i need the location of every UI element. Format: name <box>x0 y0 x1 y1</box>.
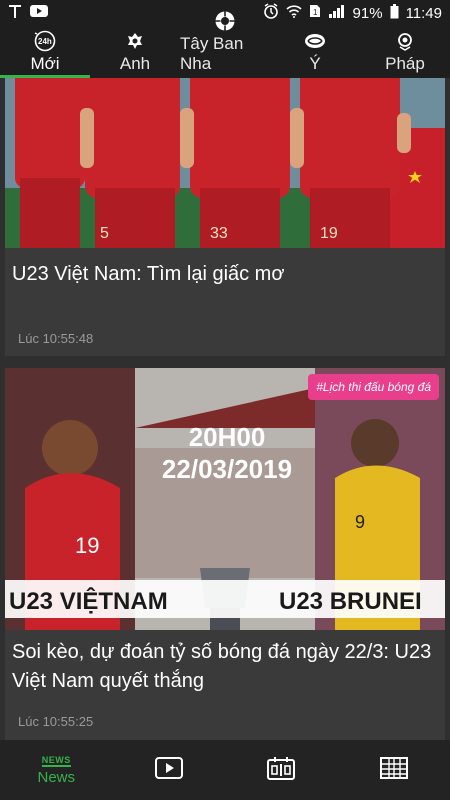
team-left-name: U23 VIỆTNAM <box>9 587 168 615</box>
battery-icon <box>390 3 399 23</box>
article-card[interactable]: 19 9 20H00 22/03/2019 U23 VIỆTNAM U23 BR… <box>5 368 445 740</box>
nav-news-label: News <box>37 768 75 786</box>
svg-text:5: 5 <box>100 225 109 242</box>
article-card[interactable]: 5 33 19 U23 Việt Nam: Tìm lại giấc mơ Lú… <box>5 78 445 356</box>
nav-video[interactable] <box>113 740 226 800</box>
svg-text:19: 19 <box>320 225 338 242</box>
match-kickoff-time: 20H00 <box>189 422 266 452</box>
video-play-icon <box>154 756 183 784</box>
tab-anh[interactable]: Anh <box>90 26 180 78</box>
tab-phap[interactable]: Pháp <box>360 26 450 78</box>
scoreboard-icon <box>267 756 296 785</box>
sim-icon: 1 <box>309 4 321 22</box>
team-right-name: U23 BRUNEI <box>279 588 422 615</box>
news-icon: NEWS <box>41 754 71 767</box>
battery-percent: 91% <box>352 4 383 22</box>
article-title[interactable]: U23 Việt Nam: Tìm lại giấc mơ <box>12 260 437 289</box>
nav-news[interactable]: NEWS News <box>0 740 113 800</box>
nav-scores[interactable] <box>225 740 338 800</box>
article-time: Lúc 10:55:25 <box>18 714 94 729</box>
tab-y[interactable]: Ý <box>270 26 360 78</box>
article-image-u23-players: 5 33 19 <box>5 78 445 248</box>
tab-label: Tây Ban Nha <box>180 34 244 73</box>
24h-icon: 24h <box>32 30 58 52</box>
svg-text:19: 19 <box>75 533 99 558</box>
category-tag[interactable]: #Lịch thi đấu bóng đá <box>308 374 439 400</box>
nav-standings[interactable] <box>338 740 450 800</box>
laliga-icon <box>212 10 238 32</box>
bottom-navigation: NEWS News <box>0 740 450 800</box>
tab-moi[interactable]: 24h Mới <box>0 26 90 78</box>
svg-text:33: 33 <box>210 225 228 242</box>
article-title[interactable]: Soi kèo, dự đoán tỷ số bóng đá ngày 22/3… <box>12 638 437 696</box>
svg-text:9: 9 <box>355 512 365 532</box>
clock-time: 11:49 <box>405 4 442 22</box>
svg-text:1: 1 <box>313 8 318 17</box>
article-time: Lúc 10:55:48 <box>18 331 94 346</box>
ligue1-icon <box>392 30 418 52</box>
tab-label: Mới <box>30 54 60 73</box>
tab-label: Pháp <box>385 54 425 73</box>
alarm-icon <box>263 3 279 23</box>
youtube-icon <box>30 4 48 22</box>
article-image-match-preview: 19 9 20H00 22/03/2019 U23 VIỆTNAM U23 BR… <box>5 368 445 630</box>
tab-label: Ý <box>309 54 321 73</box>
premier-league-icon <box>122 30 148 52</box>
news-feed[interactable]: 5 33 19 U23 Việt Nam: Tìm lại giấc mơ Lú… <box>0 78 450 740</box>
match-date: 22/03/2019 <box>162 454 292 484</box>
category-tabs: 24h Mới Anh Tây Ban Nha Ý Pháp <box>0 11 450 78</box>
table-grid-icon <box>379 756 408 785</box>
text-t-icon <box>8 3 22 23</box>
wifi-icon <box>285 4 302 22</box>
24h-badge-text: 24h <box>38 37 52 46</box>
signal-icon <box>328 4 346 22</box>
tab-label: Anh <box>119 54 151 73</box>
tab-tay-ban-nha[interactable]: Tây Ban Nha <box>180 11 270 78</box>
serie-a-icon <box>302 30 328 52</box>
